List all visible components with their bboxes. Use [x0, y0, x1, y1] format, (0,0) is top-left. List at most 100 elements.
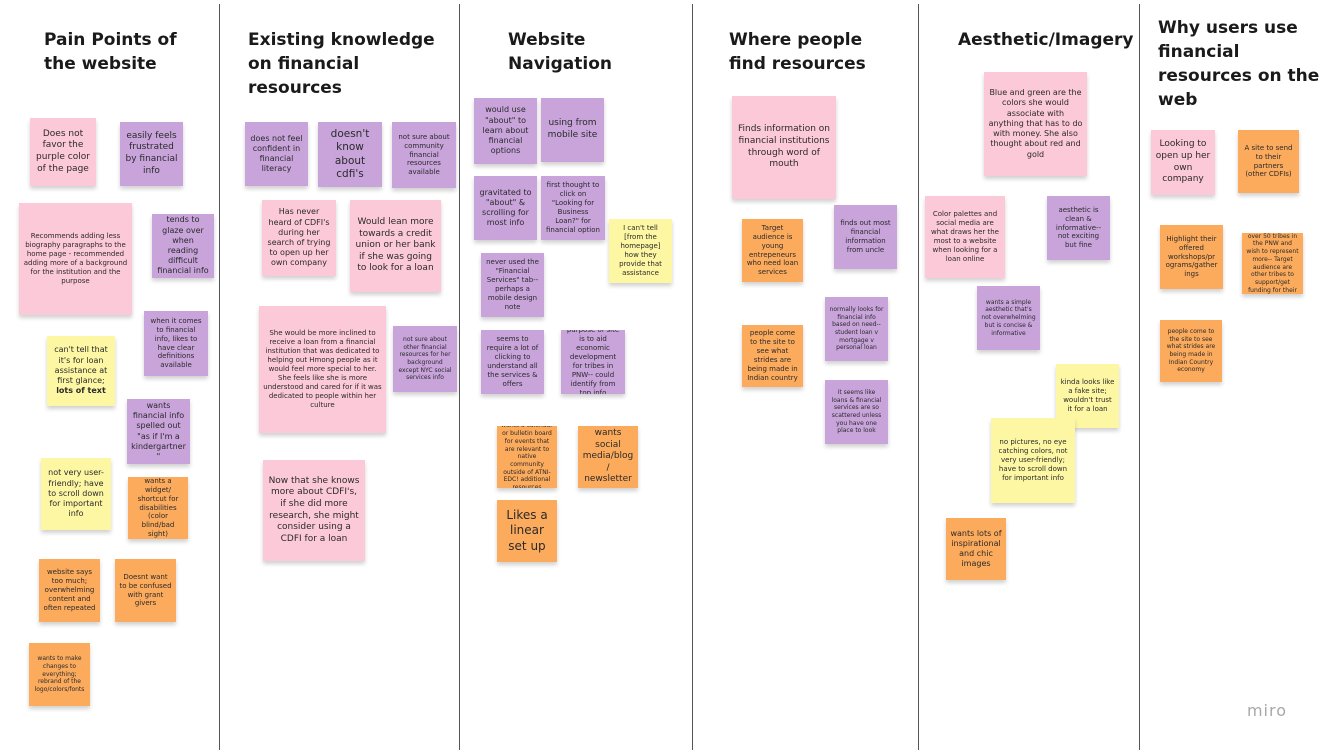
- sticky-note[interactable]: gravitated to "about" & scrolling for mo…: [474, 176, 537, 240]
- column-title-pain-points[interactable]: Pain Points of the website: [44, 28, 204, 76]
- sticky-note-text: gravitated to "about" & scrolling for mo…: [479, 187, 532, 228]
- sticky-note[interactable]: A site to send to their partners (other …: [1238, 130, 1299, 193]
- column-title-aesthetic-imagery[interactable]: Aesthetic/Imagery: [958, 28, 1133, 52]
- sticky-note[interactable]: tends to glaze over when reading difficu…: [152, 214, 214, 278]
- sticky-note-text: Now that she knows more about CDFI's, if…: [268, 475, 360, 544]
- sticky-note-text: wants social media/blog/ newsletter: [582, 428, 634, 485]
- sticky-note[interactable]: doesn't know about cdfi's: [318, 122, 382, 187]
- sticky-note-text: Highlight their offered workshops/pr ogr…: [1165, 234, 1218, 279]
- sticky-note-text: finds out most financial information fro…: [840, 219, 891, 254]
- sticky-note-text: tends to glaze over when reading difficu…: [157, 215, 209, 276]
- sticky-note[interactable]: Recommends adding less biography paragra…: [19, 203, 132, 315]
- sticky-note-text: doesn't know about cdfi's: [330, 127, 370, 180]
- sticky-note[interactable]: Now that she knows more about CDFI's, if…: [263, 460, 365, 561]
- sticky-note-text: Looking to open up her own company: [1155, 139, 1211, 185]
- sticky-note-text: She would be more inclined to receive a …: [263, 329, 382, 409]
- sticky-note-text: people come to the site to see what stri…: [1166, 327, 1216, 374]
- sticky-note-text: wants a widget/ shortcut for disabilitie…: [137, 477, 179, 539]
- sticky-note[interactable]: easily feels frustrated by financial inf…: [120, 122, 183, 186]
- sticky-note-text: can't tell that it's for loan assistance…: [51, 345, 111, 396]
- sticky-note-text: wants financial info spelled out "as if …: [131, 400, 186, 461]
- column-title-where-people-find[interactable]: Where people find resources: [729, 28, 899, 76]
- sticky-note[interactable]: Regional support over 50 tribes in the P…: [1242, 233, 1303, 294]
- sticky-note[interactable]: not very user-friendly; have to scroll d…: [41, 458, 111, 530]
- sticky-note-text: I can't tell [from the homepage] how the…: [619, 224, 662, 277]
- sticky-note-text: wants lots of inspirational and chic ima…: [950, 528, 1002, 569]
- sticky-note-text: Blue and green are the colors she would …: [988, 88, 1083, 159]
- sticky-note[interactable]: does not feel confident in financial lit…: [245, 122, 308, 186]
- column-title-website-navigation[interactable]: Website Navigation: [508, 28, 688, 76]
- sticky-note[interactable]: Has never heard of CDFI's during her sea…: [262, 200, 336, 276]
- sticky-note[interactable]: no pictures, no eye catching colors, not…: [991, 418, 1075, 503]
- sticky-note[interactable]: finds out most financial information fro…: [834, 205, 897, 269]
- sticky-note-text: A site to send to their partners (other …: [1244, 143, 1293, 179]
- sticky-note[interactable]: people come to the site to see what stri…: [1160, 320, 1222, 382]
- sticky-note-bold-text: lots of text: [56, 386, 106, 396]
- sticky-note[interactable]: not sure about community financial resou…: [392, 122, 456, 188]
- sticky-note-text: would use "about" to learn about financi…: [482, 105, 529, 156]
- sticky-note-text: not sure about other financial resources…: [398, 335, 452, 382]
- sticky-note-text: Color palettes and social media are what…: [931, 210, 999, 263]
- sticky-note[interactable]: wants lots of inspirational and chic ima…: [946, 518, 1006, 580]
- sticky-note-text: Regional support over 50 tribes in the P…: [1246, 233, 1299, 294]
- sticky-note-text: wants a calendar or bulletin board for e…: [501, 426, 552, 488]
- sticky-note[interactable]: never used the "Financial Services" tab-…: [481, 253, 544, 317]
- sticky-note[interactable]: seems to require a lot of clicking to un…: [481, 330, 544, 394]
- sticky-note[interactable]: it seems like loans & financial services…: [825, 380, 888, 444]
- sticky-note[interactable]: Looking to open up her own company: [1151, 130, 1215, 195]
- sticky-note[interactable]: normally looks for financial info based …: [825, 297, 888, 361]
- sticky-note-text: not sure about community financial resou…: [398, 132, 450, 177]
- column-title-why-users[interactable]: Why users use financial resources on the…: [1158, 16, 1328, 112]
- miro-logo: miro: [1246, 701, 1287, 720]
- sticky-note-text: wants to make changes to everything; reb…: [34, 655, 85, 693]
- sticky-note-text: seems to require a lot of clicking to un…: [486, 335, 539, 388]
- column-title-existing-knowledge[interactable]: Existing knowledge on financial resource…: [248, 28, 448, 100]
- sticky-note-text: Does not favor the purple color of the p…: [36, 128, 90, 174]
- sticky-note[interactable]: using from mobile site: [541, 98, 604, 162]
- column-divider: [459, 4, 460, 750]
- sticky-note[interactable]: wants social media/blog/ newsletter: [578, 426, 638, 488]
- sticky-note[interactable]: wants a widget/ shortcut for disabilitie…: [128, 477, 188, 539]
- sticky-note[interactable]: purpose of site is to aid economic devel…: [561, 330, 625, 394]
- sticky-note-text: Likes a linear set up: [506, 507, 548, 553]
- sticky-note[interactable]: can't tell that it's for loan assistance…: [47, 336, 115, 406]
- sticky-note[interactable]: Likes a linear set up: [497, 500, 557, 562]
- sticky-note[interactable]: website says too much; overwhelming cont…: [39, 559, 100, 622]
- sticky-note[interactable]: I can't tell [from the homepage] how the…: [609, 219, 672, 283]
- sticky-note-text: aesthetic is clean & informative-- not e…: [1055, 205, 1102, 250]
- sticky-note[interactable]: Target audience is young entrepeneurs wh…: [742, 219, 803, 282]
- sticky-note[interactable]: Does not favor the purple color of the p…: [30, 118, 96, 186]
- sticky-note[interactable]: aesthetic is clean & informative-- not e…: [1047, 196, 1110, 260]
- sticky-note-text: Recommends adding less biography paragra…: [23, 232, 128, 285]
- sticky-note[interactable]: Finds information on financial instituti…: [732, 96, 836, 199]
- sticky-note-text: kinda looks like a fake site; wouldn't t…: [1060, 378, 1115, 413]
- column-divider: [219, 4, 220, 750]
- sticky-note[interactable]: Blue and green are the colors she would …: [984, 72, 1087, 176]
- sticky-note-text: first thought to click on "Looking for B…: [546, 181, 600, 234]
- sticky-note[interactable]: would use "about" to learn about financi…: [474, 98, 537, 164]
- sticky-note[interactable]: Highlight their offered workshops/pr ogr…: [1160, 225, 1223, 289]
- sticky-note[interactable]: first thought to click on "Looking for B…: [541, 176, 605, 240]
- sticky-note-text: Has never heard of CDFI's during her sea…: [267, 207, 331, 268]
- sticky-note[interactable]: people come to the site to see what stri…: [742, 325, 803, 387]
- sticky-note[interactable]: Doesnt want to be confused with grant gi…: [115, 559, 176, 622]
- sticky-note[interactable]: She would be more inclined to receive a …: [259, 306, 386, 433]
- sticky-note[interactable]: wants to make changes to everything; reb…: [29, 643, 90, 706]
- sticky-note-text: purpose of site is to aid economic devel…: [566, 330, 620, 394]
- sticky-note-text: Would lean more towards a credit union o…: [355, 217, 436, 274]
- sticky-note[interactable]: Color palettes and social media are what…: [925, 196, 1005, 278]
- sticky-note[interactable]: Would lean more towards a credit union o…: [350, 200, 441, 292]
- sticky-note[interactable]: not sure about other financial resources…: [393, 326, 457, 392]
- sticky-note[interactable]: wants a simple aesthetic that's not over…: [977, 286, 1040, 350]
- sticky-note-text: easily feels frustrated by financial inf…: [125, 130, 178, 176]
- sticky-note[interactable]: wants a calendar or bulletin board for e…: [497, 426, 557, 488]
- column-divider: [918, 4, 919, 750]
- sticky-note[interactable]: when it comes to financial info, likes t…: [144, 311, 208, 376]
- sticky-note-text: never used the "Financial Services" tab-…: [486, 258, 539, 311]
- sticky-note-text-part: can't tell that it's for loan assistance…: [54, 345, 108, 386]
- sticky-note-text: using from mobile site: [547, 118, 598, 140]
- sticky-note-text: Doesnt want to be confused with grant gi…: [119, 572, 172, 608]
- sticky-note-text: Finds information on financial instituti…: [737, 124, 830, 170]
- sticky-note-text: normally looks for financial info based …: [829, 305, 884, 352]
- sticky-note[interactable]: wants financial info spelled out "as if …: [127, 399, 190, 464]
